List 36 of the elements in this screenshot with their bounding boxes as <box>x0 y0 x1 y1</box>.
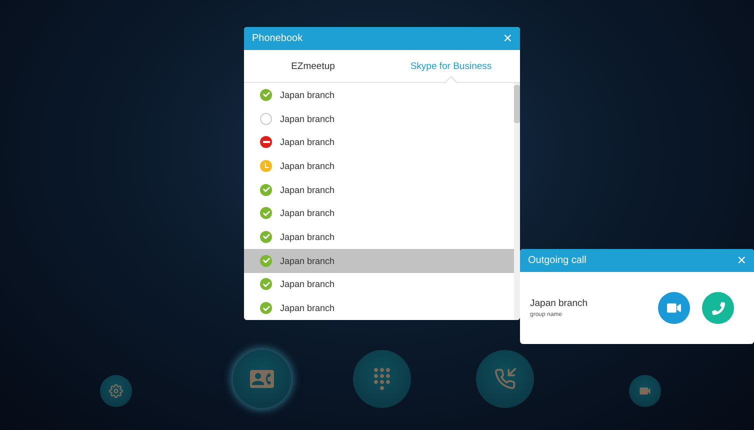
dock-button[interactable] <box>629 375 661 407</box>
status-icon <box>260 302 272 314</box>
contact-name: Japan branch <box>280 90 335 100</box>
status-icon <box>260 88 272 101</box>
settings-icon <box>109 384 123 398</box>
scrollbar[interactable] <box>514 83 520 320</box>
contact-name: Japan branch <box>280 137 335 148</box>
status-icon <box>260 254 272 267</box>
contact-name: Japan branch <box>280 303 335 314</box>
dock-button[interactable] <box>100 375 132 407</box>
voice-call-button[interactable] <box>702 292 734 324</box>
dock-button[interactable] <box>233 350 291 408</box>
status-icon <box>260 230 272 243</box>
status-icon <box>260 207 272 220</box>
status-icon <box>260 278 272 290</box>
status-icon <box>260 184 272 196</box>
phone-arrows-icon <box>494 368 516 390</box>
contact-name: Japan branch <box>280 184 335 195</box>
caller-name: Japan branch <box>530 298 589 309</box>
dialog-title: Phonebook <box>252 33 303 44</box>
tab[interactable]: EZmeetup <box>244 50 382 82</box>
panel-title: Outgoing call <box>528 255 586 266</box>
video-camera-icon <box>667 301 681 315</box>
phone-icon <box>712 302 724 314</box>
contact-name: Japan branch <box>280 114 335 124</box>
contact-name: Japan branch <box>280 232 335 242</box>
contact-name: Japan branch <box>280 208 335 218</box>
contact-row[interactable]: Japan branch <box>244 248 514 272</box>
contact-name: Japan branch <box>280 160 335 171</box>
status-icon <box>260 112 272 125</box>
status-icon <box>260 160 272 172</box>
video-call-button[interactable] <box>658 292 690 324</box>
contact-name: Japan branch <box>280 256 335 266</box>
status-icon <box>260 136 272 148</box>
contact-name: Japan branch <box>280 279 335 290</box>
contact-book-icon <box>250 367 274 391</box>
